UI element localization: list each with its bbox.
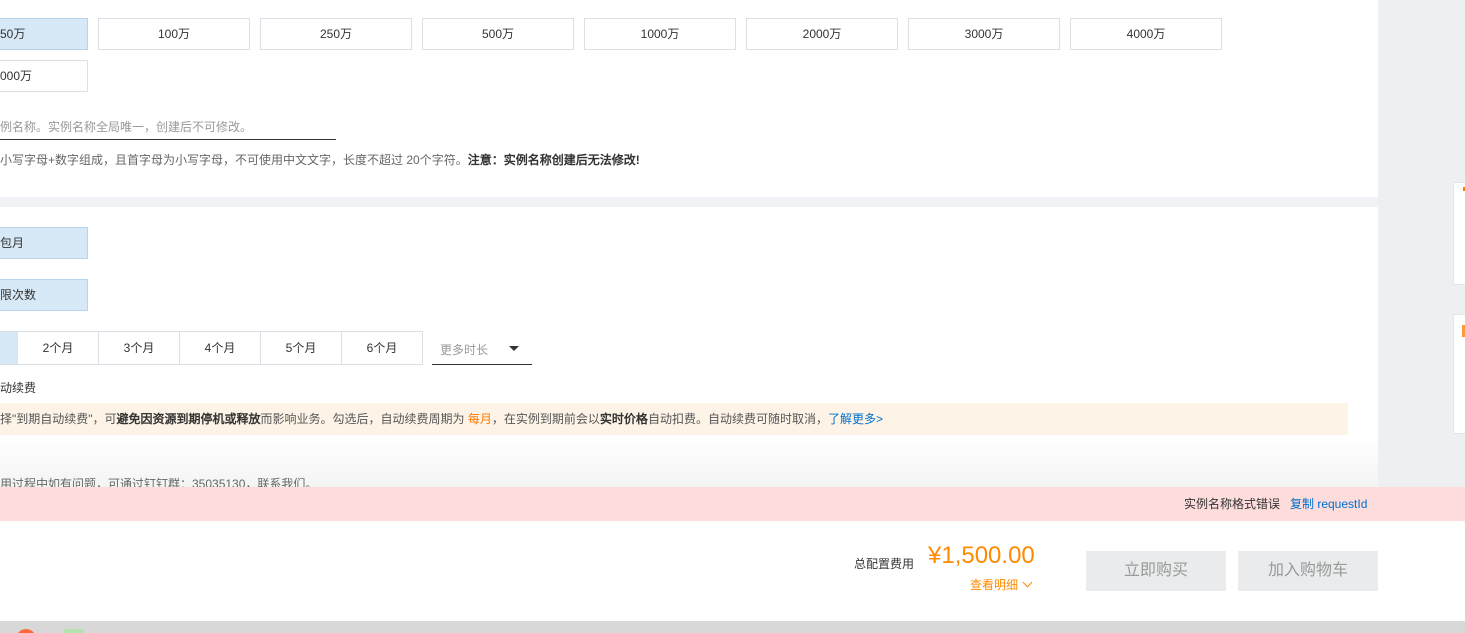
duration-label: 5个月 — [285, 341, 317, 355]
error-message: 实例名称格式错误 — [1184, 497, 1281, 511]
billing-limit-label: 限次数 — [0, 288, 37, 302]
add-to-cart-button[interactable]: 加入购物车 — [1238, 551, 1378, 591]
more-duration-select[interactable]: 更多时长 — [432, 334, 532, 365]
quota-option-selected[interactable]: 50万 — [0, 18, 88, 50]
duration-option[interactable]: 5个月 — [261, 331, 342, 365]
auto-renew-notice: 择"到期自动续费"，可避免因资源到期停机或释放而影响业务。勾选后，自动续费周期为… — [0, 403, 1348, 435]
quota-option[interactable]: 250万 — [260, 18, 412, 50]
buy-now-button[interactable]: 立即购买 — [1086, 551, 1226, 591]
more-duration-label: 更多时长 — [440, 343, 489, 357]
bottom-strip — [0, 621, 1465, 633]
caret-down-icon — [509, 346, 519, 351]
right-gutter — [1378, 0, 1465, 487]
duration-option[interactable]: 6个月 — [342, 331, 423, 365]
notice-period: 每月 — [467, 412, 492, 426]
billing-type-label: 包月 — [0, 236, 25, 250]
duration-option[interactable]: 2个月 — [18, 331, 99, 365]
quota-option[interactable]: 500万 — [422, 18, 574, 50]
quota-option-label: 50万 — [0, 27, 26, 41]
contact-area: 用过程中如有问题，可通过钉钉群：35035130，联系我们。 — [0, 437, 1378, 491]
auto-renew-label: 动续费 — [0, 381, 37, 395]
billing-type-option[interactable]: 包月 — [0, 227, 88, 259]
rule-note: 注意：实例名称创建后无法修改! — [467, 153, 640, 167]
view-detail-label: 查看明细 — [970, 578, 1019, 592]
quota-option-label: 100万 — [157, 27, 191, 41]
notice-text: ，在实例到期前会以 — [491, 412, 600, 426]
quota-option[interactable]: 3000万 — [908, 18, 1060, 50]
order-footer: 总配置费用 ¥1,500.00 查看明细 立即购买 加入购物车 — [0, 521, 1465, 621]
instance-name-rule: 小写字母+数字组成，且首字母为小写字母，不可使用中文文字，长度不超过 20个字符… — [0, 151, 640, 168]
duration-option[interactable]: 3个月 — [99, 331, 180, 365]
learn-more-link[interactable]: 了解更多> — [828, 412, 883, 426]
notice-text: 自动扣费。自动续费可随时取消， — [647, 412, 828, 426]
section-divider — [0, 197, 1378, 207]
total-price: ¥1,500.00 — [928, 542, 1035, 569]
total-label: 总配置费用 — [854, 557, 915, 571]
notice-emphasis: 实时价格 — [599, 412, 648, 426]
duration-label: 6个月 — [366, 341, 398, 355]
notice-text: 而影响业务。勾选后，自动续费周期为 — [260, 412, 468, 426]
chat-icon[interactable] — [16, 629, 36, 633]
instance-name-placeholder: 例名称。实例名称全局唯一，创建后不可修改。 — [0, 120, 253, 134]
quota-option[interactable]: 100万 — [98, 18, 250, 50]
view-detail-link[interactable]: 查看明细 — [970, 576, 1033, 593]
quota-option-label: 2000万 — [802, 27, 842, 41]
quota-option-label: 000万 — [0, 69, 33, 83]
billing-limit-option[interactable]: 限次数 — [0, 279, 88, 311]
floating-widget[interactable] — [1453, 182, 1465, 285]
auto-renew-checkbox[interactable]: 动续费 — [0, 379, 36, 396]
instance-name-input[interactable]: 例名称。实例名称全局唯一，创建后不可修改。 — [0, 112, 336, 140]
add-to-cart-label: 加入购物车 — [1267, 562, 1348, 579]
quota-option[interactable]: 1000万 — [584, 18, 736, 50]
quota-option-label: 500万 — [481, 27, 515, 41]
duration-option-selected[interactable] — [0, 331, 18, 365]
notice-emphasis: 避免因资源到期停机或释放 — [116, 412, 261, 426]
error-banner: 实例名称格式错误 复制 requestId — [0, 487, 1465, 521]
duration-option[interactable]: 4个月 — [180, 331, 261, 365]
floating-widget[interactable] — [1453, 314, 1465, 434]
feedback-icon[interactable] — [64, 629, 84, 633]
quota-option-label: 1000万 — [640, 27, 680, 41]
quota-option[interactable]: 4000万 — [1070, 18, 1222, 50]
rule-text: 小写字母+数字组成，且首字母为小写字母，不可使用中文文字，长度不超过 20个字符… — [0, 153, 468, 167]
quota-option-label: 250万 — [319, 27, 353, 41]
duration-label: 3个月 — [123, 341, 155, 355]
quota-option[interactable]: 000万 — [0, 60, 88, 92]
quota-option[interactable]: 2000万 — [746, 18, 898, 50]
notice-text: 择"到期自动续费"，可 — [0, 412, 117, 426]
quota-option-label: 3000万 — [964, 27, 1004, 41]
quota-option-label: 4000万 — [1126, 27, 1166, 41]
duration-label: 2个月 — [42, 341, 74, 355]
buy-now-label: 立即购买 — [1123, 562, 1188, 579]
chevron-down-icon — [1022, 577, 1033, 588]
copy-requestid-link[interactable]: 复制 requestId — [1290, 487, 1367, 521]
duration-label: 4个月 — [204, 341, 236, 355]
